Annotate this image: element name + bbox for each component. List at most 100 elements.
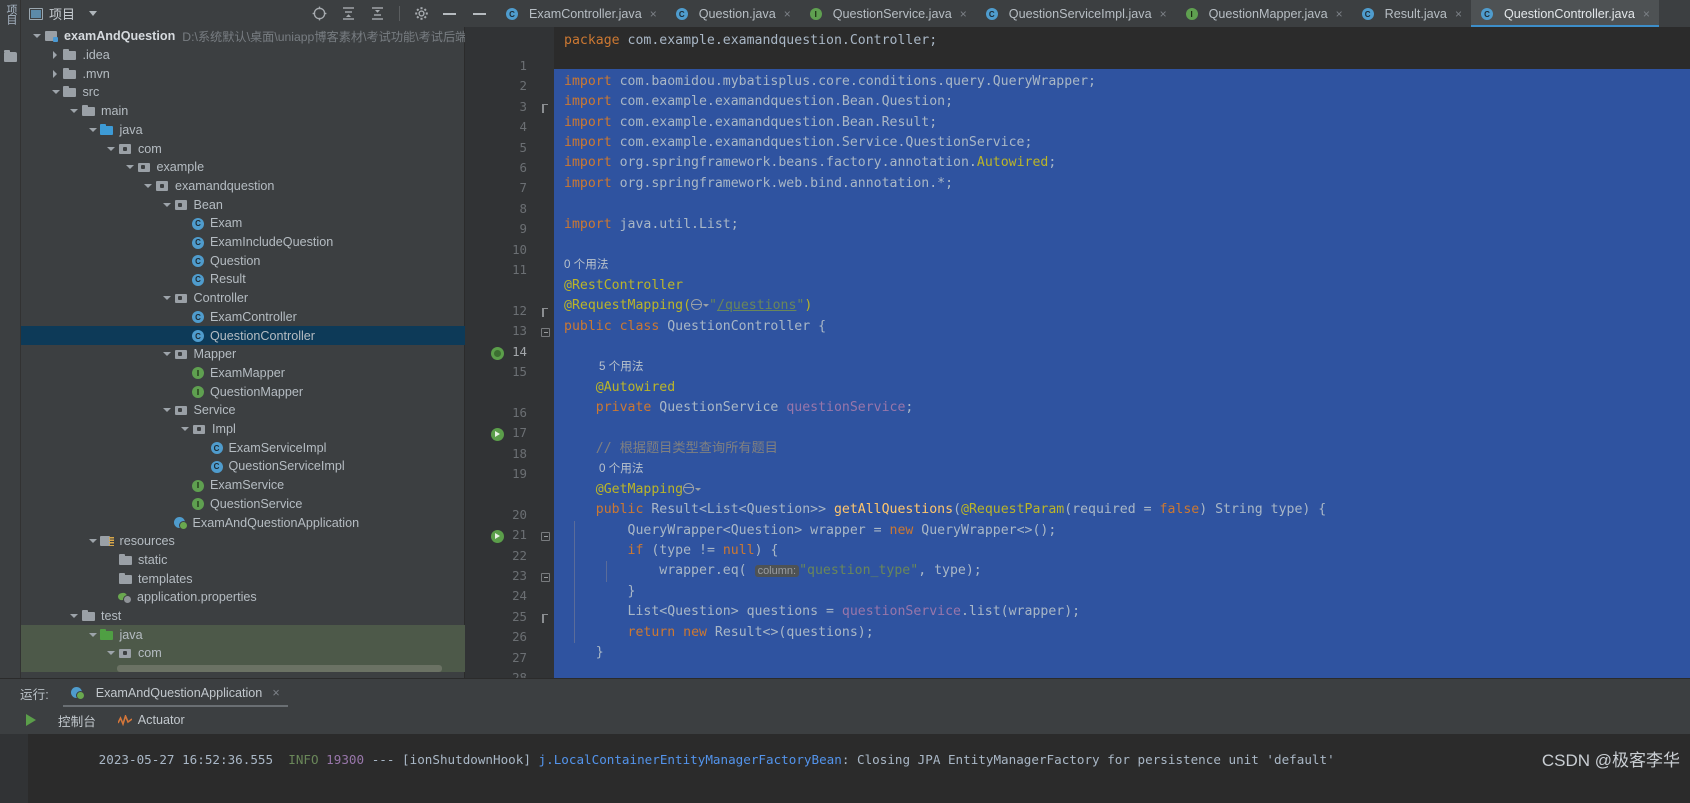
editor-tab-examcontroller[interactable]: C ExamController.java × (496, 0, 666, 27)
collapse-all-icon[interactable] (370, 6, 385, 21)
editor-tab-question[interactable]: C Question.java × (666, 0, 800, 27)
close-icon[interactable]: × (272, 686, 279, 700)
tree-node-resources[interactable]: resources (21, 532, 465, 551)
editor-tab-questionmapper[interactable]: I QuestionMapper.java × (1176, 0, 1352, 27)
code-line[interactable]: import com.example.examandquestion.Servi… (564, 133, 1032, 153)
tree-node-questioncontroller[interactable]: C QuestionController (21, 326, 465, 345)
tree-node-examandquestionapplication[interactable]: ExamAndQuestionApplication (21, 513, 465, 532)
close-icon[interactable]: × (650, 7, 657, 21)
tree-node-impl[interactable]: Impl (21, 420, 465, 439)
close-icon[interactable]: × (1455, 7, 1462, 21)
code-line[interactable]: package com.example.examandquestion.Cont… (564, 31, 937, 51)
code-line[interactable]: @Autowired (564, 378, 675, 398)
chevron-down-icon[interactable] (179, 424, 190, 435)
expand-all-icon[interactable] (341, 6, 356, 21)
tree-node-exammapper[interactable]: I ExamMapper (21, 364, 465, 383)
editor-tab-bar[interactable]: C ExamController.java × C Question.java × I Que… (465, 0, 1690, 27)
code-fold-marker[interactable] (541, 328, 550, 338)
tree-node-examcontroller[interactable]: C ExamController (21, 308, 465, 327)
project-tree[interactable]: examAndQuestion D:\系统默认\桌面\uniapp博客素材\考试功… (21, 27, 465, 672)
run-configuration-tab[interactable]: ExamAndQuestionApplication × (62, 679, 288, 707)
close-icon[interactable]: × (960, 7, 967, 21)
code-line[interactable]: private QuestionService questionService; (564, 398, 914, 418)
spring-bean-gutter-icon[interactable] (491, 428, 504, 442)
rail-project-label[interactable]: 项目 (2, 4, 19, 24)
editor-hide-minus-icon[interactable] (465, 0, 496, 27)
chevron-down-icon[interactable] (142, 180, 153, 191)
code-line[interactable]: public Result<List<Question>> getAllQues… (564, 500, 1327, 520)
chevron-down-icon[interactable] (161, 349, 172, 360)
console-output[interactable]: 2023-05-27 16:52:36.555 INFO 19300 --- [… (0, 734, 1690, 803)
code-line[interactable]: @RequestMapping("/questions") (564, 296, 812, 316)
code-line[interactable]: List<Question> questions = questionServi… (564, 602, 1081, 622)
tree-node-examserviceimpl[interactable]: C ExamServiceImpl (21, 438, 465, 457)
tree-node-static[interactable]: static (21, 551, 465, 570)
chevron-right-icon[interactable] (50, 50, 61, 61)
close-icon[interactable]: × (784, 7, 791, 21)
tree-node-questionserviceimpl[interactable]: C QuestionServiceImpl (21, 457, 465, 476)
tree-node-java[interactable]: java (21, 625, 465, 645)
editor-gutter[interactable]: 1 2 3 4 5 6 7 8 9 10 11 12 13 14 15 16 17 18 19 20 21 22 23 24 2… (465, 27, 537, 705)
code-line[interactable]: public class QuestionController { (564, 317, 826, 337)
tree-node-examandquestion[interactable]: examAndQuestion D:\系统默认\桌面\uniapp博客素材\考试功… (21, 27, 465, 46)
code-line[interactable]: import org.springframework.web.bind.anno… (564, 174, 953, 194)
chevron-down-icon[interactable] (161, 199, 172, 210)
tree-node-examincludequestion[interactable]: C ExamIncludeQuestion (21, 233, 465, 252)
chevron-down-icon[interactable] (124, 162, 135, 173)
chevron-down-icon[interactable] (105, 648, 116, 659)
code-fold-marker[interactable] (541, 613, 550, 623)
code-fold-marker[interactable] (541, 573, 550, 582)
run-play-icon[interactable] (26, 714, 36, 726)
tree-node-mapper[interactable]: Mapper (21, 345, 465, 364)
tree-node-questionmapper[interactable]: I QuestionMapper (21, 382, 465, 401)
settings-gear-icon[interactable] (414, 6, 429, 21)
spring-bean-gutter-icon[interactable] (491, 530, 504, 544)
tree-node-templates[interactable]: templates (21, 569, 465, 588)
chevron-down-icon[interactable] (89, 11, 98, 16)
tree-node-service[interactable]: Service (21, 401, 465, 420)
code-line[interactable]: QueryWrapper<Question> wrapper = new Que… (564, 521, 1057, 541)
code-line[interactable]: @GetMapping (564, 480, 702, 500)
code-vision-usages-hint[interactable]: 5 个用法 (599, 357, 643, 377)
tree-node-bean[interactable]: Bean (21, 195, 465, 214)
tree-node-question[interactable]: C Question (21, 251, 465, 270)
chevron-down-icon[interactable] (161, 293, 172, 304)
project-title[interactable]: 项目 (29, 4, 98, 23)
chevron-down-icon[interactable] (50, 87, 61, 98)
spring-bean-gutter-icon[interactable] (491, 346, 504, 360)
code-fold-marker[interactable] (541, 103, 550, 113)
code-fold-marker[interactable] (541, 307, 550, 317)
code-vision-usages-hint[interactable]: 0 个用法 (564, 255, 608, 275)
code-line[interactable]: if (type != null) { (564, 541, 779, 561)
tree-node-test[interactable]: test (21, 607, 465, 626)
tree-node-main[interactable]: main (21, 102, 465, 121)
code-editor[interactable]: package com.example.examandquestion.Cont… (554, 27, 1690, 678)
tree-node-com[interactable]: com (21, 139, 465, 158)
editor-tab-questionservice[interactable]: I QuestionService.java × (800, 0, 976, 27)
editor-tab-questionserviceimpl[interactable]: C QuestionServiceImpl.java × (976, 0, 1176, 27)
chevron-down-icon[interactable] (87, 124, 98, 135)
hide-minus-icon[interactable] (443, 12, 456, 15)
code-line[interactable]: import org.springframework.beans.factory… (564, 153, 1056, 173)
code-line[interactable]: // 根据题目类型查询所有题目 (564, 439, 778, 459)
folder-icon[interactable] (4, 50, 17, 63)
tree-node-example[interactable]: example (21, 158, 465, 177)
chevron-down-icon[interactable] (87, 536, 98, 547)
code-line[interactable]: import com.example.examandquestion.Bean.… (564, 92, 953, 112)
subtab-console[interactable]: 控制台 (58, 711, 96, 730)
locate-icon[interactable] (312, 6, 327, 21)
chevron-down-icon[interactable] (161, 405, 172, 416)
code-line[interactable]: import java.util.List; (564, 215, 739, 235)
editor-tab-result[interactable]: C Result.java × (1352, 0, 1471, 27)
chevron-down-icon[interactable] (31, 31, 42, 42)
chevron-right-icon[interactable] (50, 68, 61, 79)
tree-node-exam[interactable]: C Exam (21, 214, 465, 233)
tree-node--idea[interactable]: .idea (21, 46, 465, 65)
tree-node--mvn[interactable]: .mvn (21, 64, 465, 83)
chevron-down-icon[interactable] (68, 611, 79, 622)
code-line[interactable]: wrapper.eq( column: "question_type", type… (564, 561, 981, 581)
close-icon[interactable]: × (1336, 7, 1343, 21)
code-folding-column[interactable] (537, 27, 554, 678)
tree-node-application-properties[interactable]: application.properties (21, 588, 465, 607)
code-fold-marker[interactable] (541, 532, 550, 542)
